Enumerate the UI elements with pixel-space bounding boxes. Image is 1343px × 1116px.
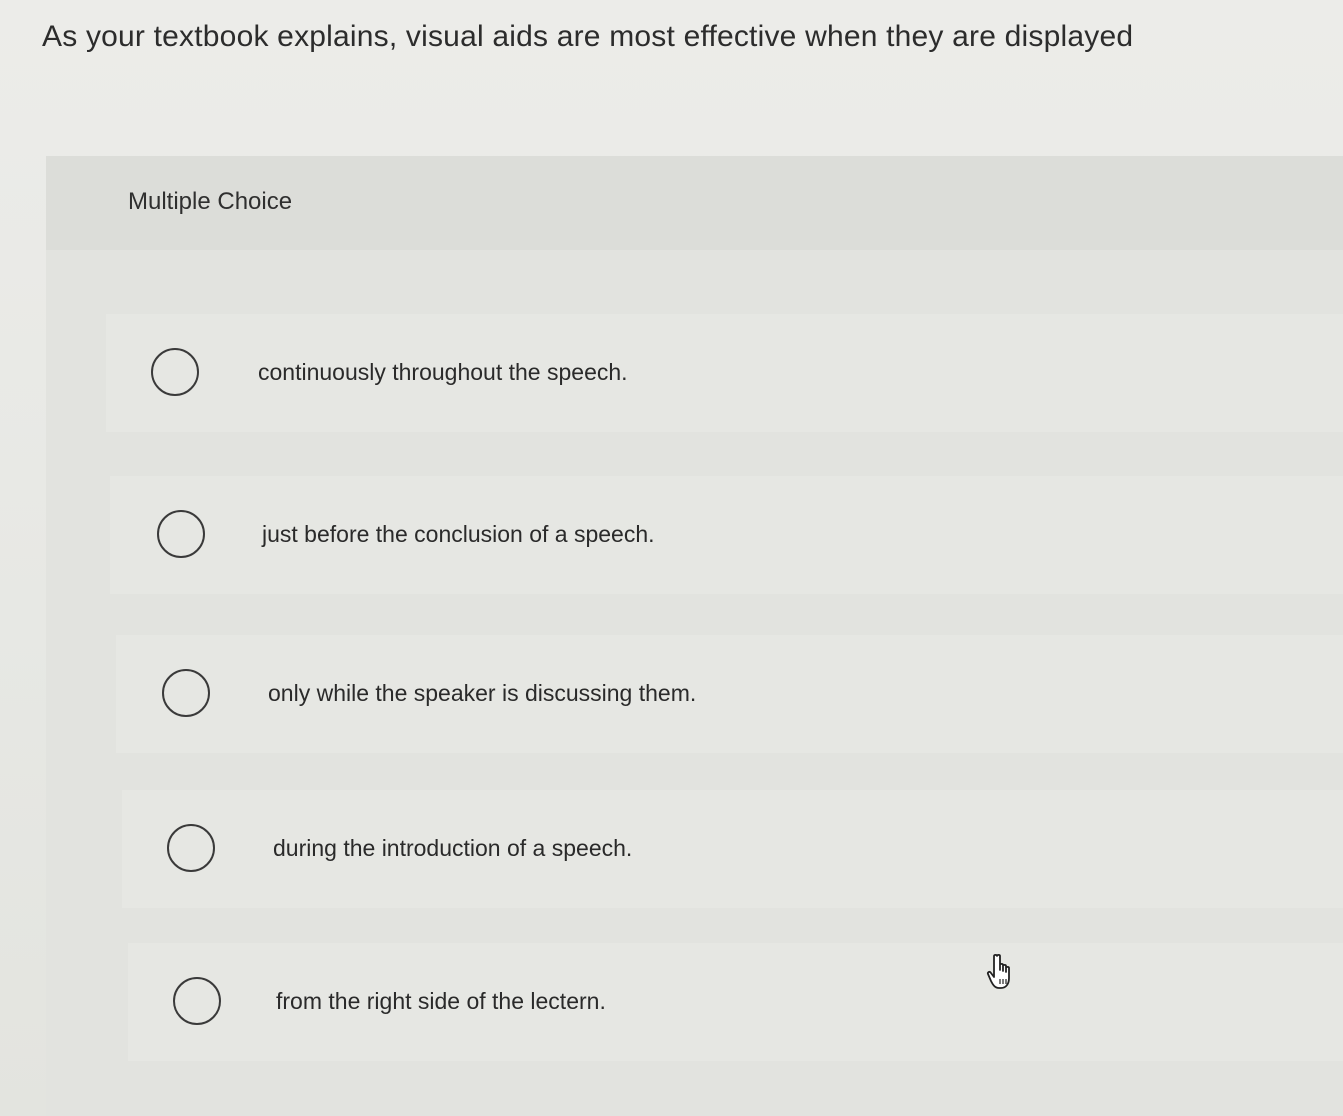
- radio-button[interactable]: [151, 348, 199, 396]
- multiple-choice-header: Multiple Choice: [46, 156, 1343, 250]
- answer-option-label: during the introduction of a speech.: [273, 835, 633, 861]
- answer-option-4[interactable]: during the introduction of a speech.: [122, 790, 1343, 908]
- answer-option-1[interactable]: continuously throughout the speech.: [106, 314, 1343, 432]
- answer-option-5[interactable]: from the right side of the lectern.: [128, 943, 1343, 1061]
- answer-option-label: just before the conclusion of a speech.: [262, 521, 655, 547]
- multiple-choice-label: Multiple Choice: [128, 188, 293, 215]
- question-text: As your textbook explains, visual aids a…: [42, 20, 1134, 53]
- radio-button[interactable]: [157, 510, 205, 558]
- radio-button[interactable]: [173, 977, 221, 1025]
- answer-option-2[interactable]: just before the conclusion of a speech.: [110, 476, 1343, 594]
- radio-button[interactable]: [162, 669, 210, 717]
- hand-pointer-icon: [986, 953, 1010, 989]
- multiple-choice-panel: Multiple Choice continuously throughout …: [46, 156, 1343, 1116]
- answer-option-label: continuously throughout the speech.: [258, 359, 628, 385]
- radio-button[interactable]: [167, 824, 215, 872]
- answer-option-label: from the right side of the lectern.: [276, 988, 606, 1014]
- answer-option-3[interactable]: only while the speaker is discussing the…: [116, 635, 1343, 753]
- answer-option-label: only while the speaker is discussing the…: [268, 680, 697, 706]
